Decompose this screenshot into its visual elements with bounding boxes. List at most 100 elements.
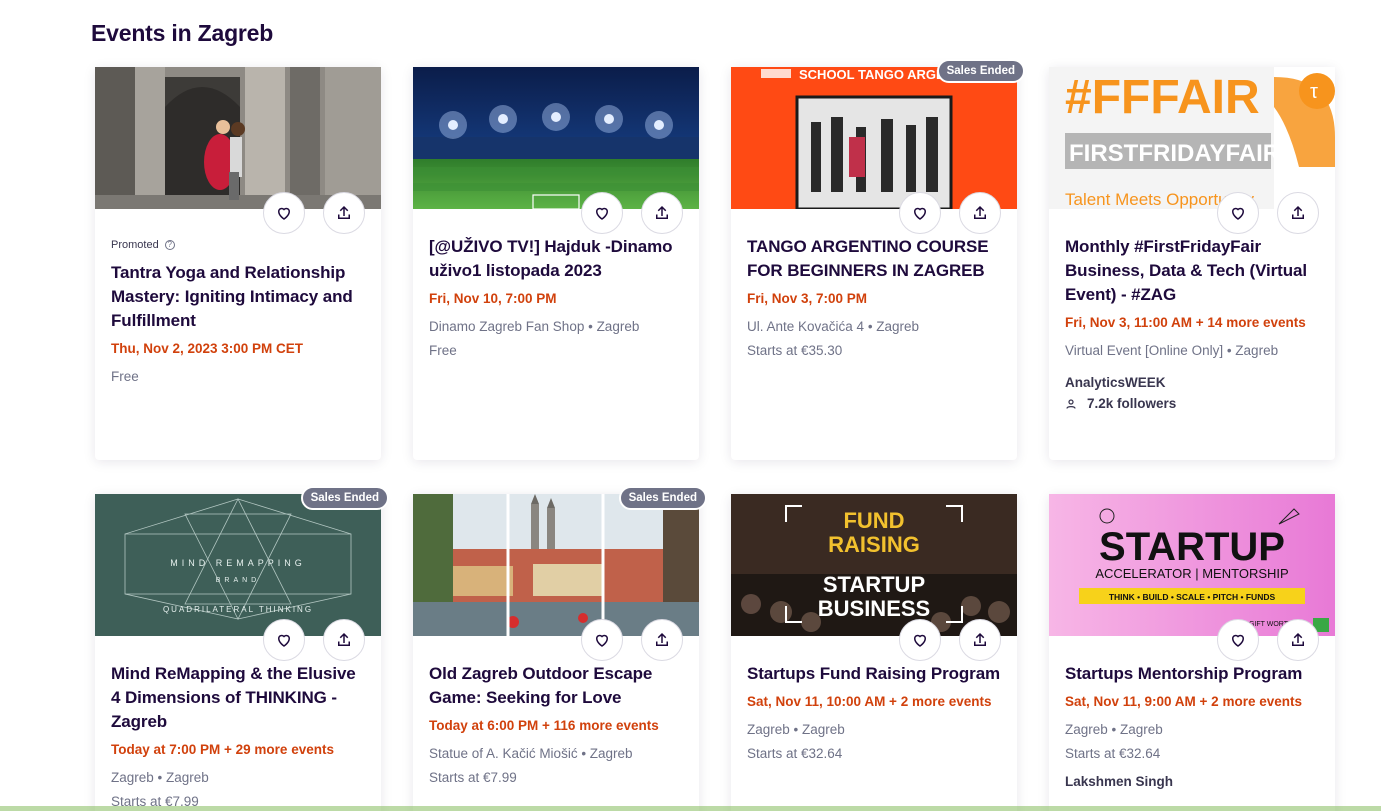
event-price: Free — [429, 343, 457, 358]
event-location: Zagreb • Zagreb — [747, 722, 845, 737]
promoted-label: Promoted? — [111, 239, 365, 251]
poster-text: QUADRILATERAL THINKING — [163, 605, 313, 614]
event-price: Starts at €35.30 — [747, 343, 843, 358]
event-title[interactable]: Monthly #FirstFridayFair Business, Data … — [1065, 235, 1319, 307]
poster-text: STARTUP — [823, 572, 925, 597]
event-price: Starts at €7.99 — [429, 770, 517, 785]
organizer-name[interactable]: Lakshmen Singh — [1065, 774, 1319, 789]
share-icon — [656, 205, 668, 219]
poster-text: MIND REMAPPING — [170, 558, 306, 568]
like-button[interactable] — [263, 192, 305, 234]
poster-text: FIRSTFRIDAYFAIR — [1069, 140, 1280, 167]
event-price: Starts at €32.64 — [1065, 746, 1161, 761]
share-button[interactable] — [959, 192, 1001, 234]
event-image[interactable] — [95, 67, 381, 209]
event-title[interactable]: Tantra Yoga and Relationship Mastery: Ig… — [111, 261, 365, 333]
heart-icon — [595, 207, 609, 220]
stadium-photo — [413, 67, 699, 209]
event-location: Zagreb • Zagreb — [1065, 722, 1163, 737]
event-image[interactable]: FUND RAISING STARTUP BUSINESS — [731, 494, 1017, 636]
like-button[interactable] — [1217, 619, 1259, 661]
fffair-poster: #FFFAIR FIRSTFRIDAYFAIR Talent Meets Opp… — [1049, 67, 1335, 209]
like-button[interactable] — [263, 619, 305, 661]
heart-icon — [1231, 207, 1245, 220]
old-zagreb-photo — [413, 494, 699, 636]
info-icon[interactable]: ? — [164, 240, 175, 250]
event-card[interactable]: FUND RAISING STARTUP BUSINESS Startups F… — [731, 494, 1017, 811]
share-button[interactable] — [1277, 192, 1319, 234]
sales-ended-badge: Sales Ended — [300, 486, 389, 510]
like-button[interactable] — [1217, 192, 1259, 234]
poster-text: BUSINESS — [818, 596, 930, 621]
like-button[interactable] — [899, 619, 941, 661]
share-button[interactable] — [1277, 619, 1319, 661]
like-button[interactable] — [581, 619, 623, 661]
event-title[interactable]: Old Zagreb Outdoor Escape Game: Seeking … — [429, 662, 683, 710]
like-button[interactable] — [899, 192, 941, 234]
event-date: Fri, Nov 3, 11:00 AM + 14 more events — [1065, 315, 1306, 330]
share-button[interactable] — [641, 619, 683, 661]
event-image[interactable]: MIND REMAPPING BRAND QUADRILATERAL THINK… — [95, 494, 381, 636]
sales-ended-badge: Sales Ended — [936, 59, 1025, 83]
event-title[interactable]: [@UŽIVO TV!] Hajduk -Dinamo uživo1 listo… — [429, 235, 683, 283]
event-location: Statue of A. Kačić Miošić • Zagreb — [429, 746, 633, 761]
event-price: Free — [111, 369, 139, 384]
poster-text: RAISING — [828, 532, 920, 557]
yoga-photo — [95, 67, 381, 209]
event-date: Today at 7:00 PM + 29 more events — [111, 742, 334, 757]
tango-poster: SCHOOL TANGO ARGE — [731, 67, 1017, 209]
event-date: Sat, Nov 11, 9:00 AM + 2 more events — [1065, 694, 1302, 709]
poster-text: STARTUP — [1099, 525, 1285, 569]
heart-icon — [277, 207, 291, 220]
event-location: Dinamo Zagreb Fan Shop • Zagreb — [429, 319, 640, 334]
startup-mentorship-poster: STARTUP ACCELERATOR | MENTORSHIP THINK •… — [1049, 494, 1335, 636]
event-location: Zagreb • Zagreb — [111, 770, 209, 785]
share-icon — [974, 632, 986, 646]
heart-icon — [913, 207, 927, 220]
event-card[interactable]: Sales Ended Old Zagreb Outdoor Escape Ga… — [413, 486, 707, 811]
followers-count: 7.2k followers — [1065, 396, 1319, 411]
event-title[interactable]: Startups Mentorship Program — [1065, 662, 1319, 686]
event-date: Fri, Nov 3, 7:00 PM — [747, 291, 868, 306]
event-image[interactable] — [413, 494, 699, 636]
share-button[interactable] — [641, 192, 683, 234]
promoted-text: Promoted — [111, 239, 159, 251]
heart-icon — [277, 634, 291, 647]
share-button[interactable] — [323, 619, 365, 661]
scroll-edge-divider — [0, 806, 1381, 811]
followers-text: 7.2k followers — [1087, 396, 1177, 411]
share-button[interactable] — [959, 619, 1001, 661]
poster-text: BRAND — [216, 577, 261, 584]
event-date: Fri, Nov 10, 7:00 PM — [429, 291, 557, 306]
event-card[interactable]: STARTUP ACCELERATOR | MENTORSHIP THINK •… — [1049, 494, 1335, 811]
like-button[interactable] — [581, 192, 623, 234]
event-image[interactable]: #FFFAIR FIRSTFRIDAYFAIR Talent Meets Opp… — [1049, 67, 1335, 209]
event-card[interactable]: Sales Ended SCHOOL TANGO ARGE TANGO ARGE… — [731, 59, 1025, 460]
event-image[interactable]: SCHOOL TANGO ARGE — [731, 67, 1017, 209]
event-title[interactable]: Mind ReMapping & the Elusive 4 Dimension… — [111, 662, 365, 734]
poster-text: THINK • BUILD • SCALE • PITCH • FUNDS — [1109, 592, 1276, 602]
page-title: Events in Zagreb — [91, 20, 274, 46]
share-icon — [974, 205, 986, 219]
event-image[interactable] — [413, 67, 699, 209]
heart-icon — [595, 634, 609, 647]
event-location: Virtual Event [Online Only] • Zagreb — [1065, 343, 1279, 358]
event-card[interactable]: [@UŽIVO TV!] Hajduk -Dinamo uživo1 listo… — [413, 67, 699, 460]
fund-raising-poster: FUND RAISING STARTUP BUSINESS — [731, 494, 1017, 636]
event-card[interactable]: #FFFAIR FIRSTFRIDAYFAIR Talent Meets Opp… — [1049, 67, 1335, 460]
event-image[interactable]: STARTUP ACCELERATOR | MENTORSHIP THINK •… — [1049, 494, 1335, 636]
poster-text: ACCELERATOR | MENTORSHIP — [1095, 566, 1288, 581]
poster-text: #FFFAIR — [1065, 71, 1260, 124]
event-card[interactable]: Sales Ended MIND REMAPPING BRAND QUADRIL… — [95, 486, 389, 811]
user-icon — [1066, 398, 1076, 409]
event-title[interactable]: TANGO ARGENTINO COURSE FOR BEGINNERS IN … — [747, 235, 1001, 283]
event-title[interactable]: Startups Fund Raising Program — [747, 662, 1001, 686]
heart-icon — [1231, 634, 1245, 647]
event-card[interactable]: Promoted? Tantra Yoga and Relationship M… — [95, 67, 381, 460]
heart-icon — [913, 634, 927, 647]
organizer-name[interactable]: AnalyticsWEEK — [1065, 375, 1319, 390]
poster-text: SCHOOL TANGO ARGE — [799, 67, 945, 82]
share-button[interactable] — [323, 192, 365, 234]
share-icon — [338, 205, 350, 219]
share-icon — [1292, 632, 1304, 646]
